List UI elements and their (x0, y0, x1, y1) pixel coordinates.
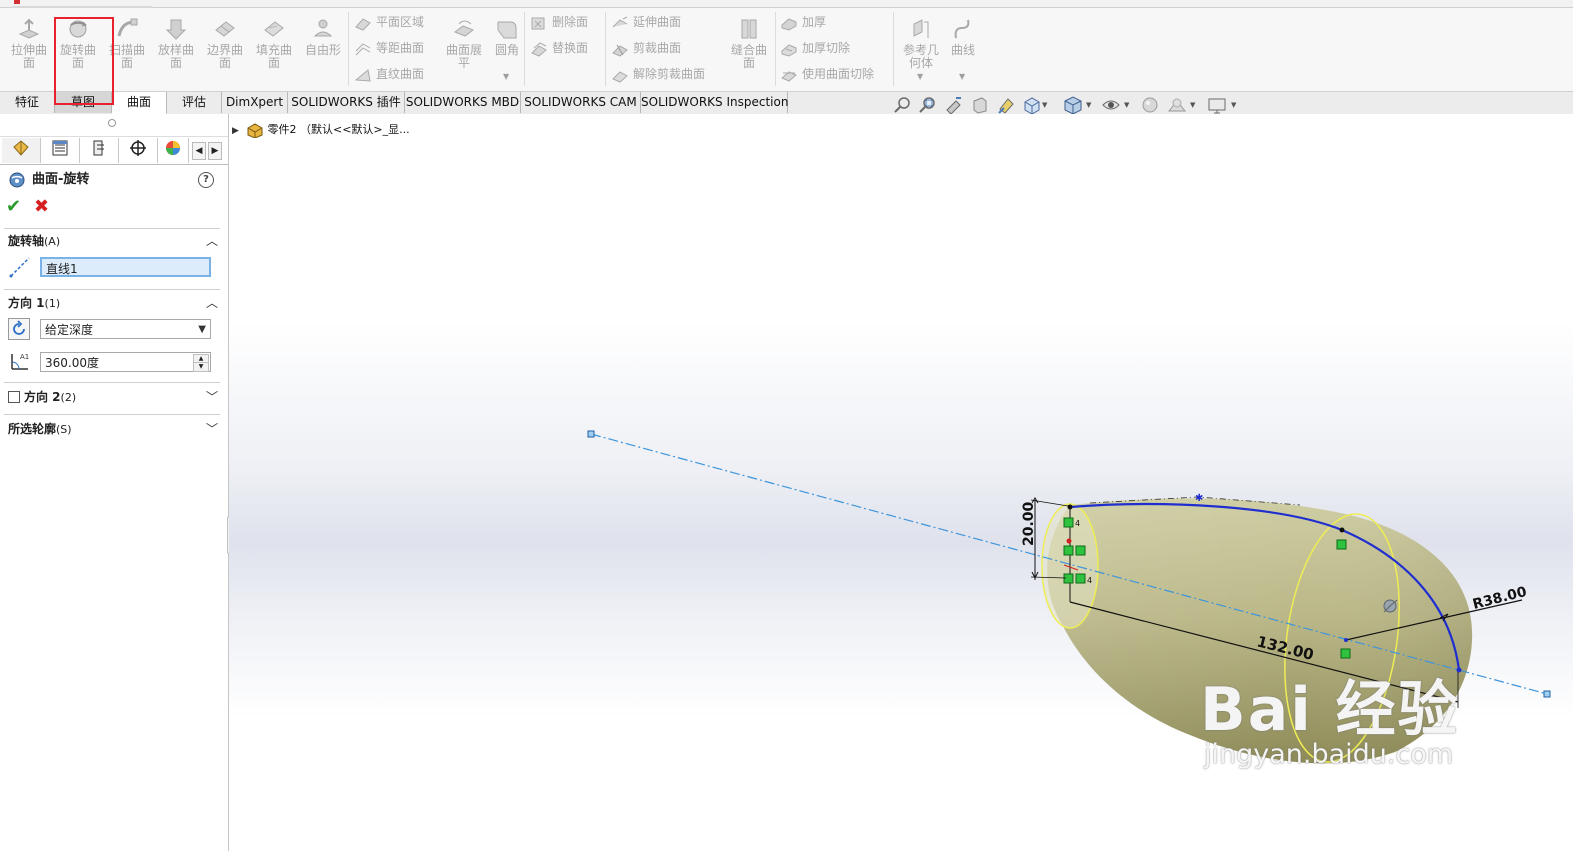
watermark-url: jingyan.baidu.com (1204, 739, 1454, 770)
dimension-r38-text[interactable]: R38.00 (1471, 584, 1529, 613)
arc-center-point[interactable] (1344, 638, 1348, 642)
axis-endpoint[interactable] (587, 430, 595, 438)
sketch-point[interactable] (1339, 527, 1345, 533)
revolve-surface-highlight (54, 17, 114, 105)
watermark-main: Bai 经验 (1200, 675, 1460, 745)
relation-count-label: 4 (1087, 576, 1092, 585)
axis-endpoint[interactable] (1543, 690, 1551, 698)
sketch-point[interactable] (1456, 667, 1462, 673)
relation-count-label: 4 (1075, 519, 1080, 528)
baidu-watermark: Bai 经验 jingyan.baidu.com (1200, 680, 1460, 770)
dimension-20-text[interactable]: 20.00 (1021, 501, 1037, 546)
midpoint-marker: ✱ (1195, 493, 1203, 504)
